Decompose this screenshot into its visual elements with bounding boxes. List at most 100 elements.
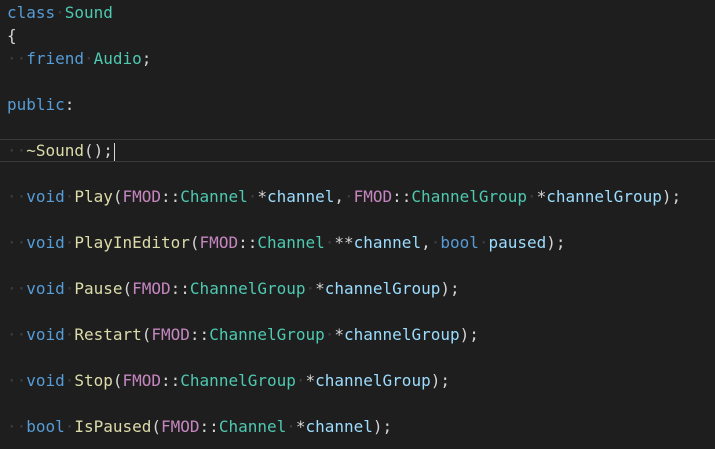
code-token-punct: );	[372, 417, 393, 436]
code-token-fn: Restart	[74, 325, 142, 344]
whitespace-marker	[7, 277, 17, 300]
code-token-ns: FMOD	[122, 187, 162, 206]
whitespace-marker	[65, 277, 75, 300]
code-token-op: ::	[189, 325, 210, 344]
code-line[interactable]: void Restart(FMOD::ChannelGroup *channelGr…	[0, 323, 715, 346]
whitespace-marker	[17, 47, 27, 70]
code-token-punct: );	[430, 371, 450, 390]
whitespace-marker	[7, 415, 17, 438]
code-token-kw: bool	[440, 233, 479, 252]
code-token-ns: FMOD	[132, 279, 171, 298]
code-token-kw: public	[7, 95, 65, 114]
code-line[interactable]: voidPlay(FMOD::Channel*channel,FMOD::Cha…	[0, 185, 715, 208]
whitespace-marker	[286, 415, 296, 438]
code-line[interactable]: void PlayInEditor(FMOD::Channel **channel,…	[0, 231, 715, 254]
whitespace-marker	[65, 231, 75, 254]
code-token-punct: :	[64, 95, 75, 114]
whitespace-marker	[84, 47, 94, 70]
whitespace-marker	[7, 47, 17, 70]
code-token-punct: ();	[83, 141, 113, 160]
code-token-ns: FMOD	[353, 187, 393, 206]
whitespace-marker	[17, 185, 27, 208]
code-token-op: ::	[170, 279, 190, 298]
whitespace-marker	[7, 140, 17, 161]
code-token-punct: (	[189, 233, 200, 252]
whitespace-marker	[17, 231, 27, 254]
code-token-kw: void	[26, 325, 65, 344]
code-editor[interactable]: classSound{friendAudio;public:~Sound();v…	[0, 0, 715, 449]
code-token-op: *	[257, 187, 267, 206]
code-token-fn: Pause	[74, 279, 123, 298]
code-token-param: channel	[305, 417, 373, 436]
code-token-punct: {	[7, 26, 17, 45]
code-token-kw: void	[26, 279, 65, 298]
whitespace-marker	[325, 323, 335, 346]
whitespace-marker	[248, 185, 258, 208]
code-token-fn: PlayInEditor	[74, 233, 190, 252]
code-token-type: Channel	[180, 187, 248, 206]
whitespace-marker	[17, 277, 27, 300]
code-token-param: channelGroup	[546, 187, 662, 206]
code-token-type: Audio	[93, 49, 142, 68]
code-token-punct: (	[122, 279, 133, 298]
code-token-op: ::	[199, 417, 219, 436]
code-token-punct: (	[151, 417, 162, 436]
whitespace-marker	[7, 231, 17, 254]
code-token-type: Channel	[257, 233, 325, 252]
code-token-op: ::	[161, 371, 181, 390]
code-token-op: *	[315, 279, 325, 298]
code-line[interactable]: friend Audio;	[0, 47, 715, 70]
code-token-punct: ,	[421, 233, 431, 252]
code-line[interactable]: public:	[0, 93, 715, 116]
code-token-fn: ~Sound	[26, 141, 84, 160]
code-token-kw: class	[7, 3, 56, 22]
code-token-type: ChannelGroup	[189, 279, 306, 298]
code-line[interactable]: class Sound	[0, 1, 715, 24]
code-token-punct: ;	[141, 49, 152, 68]
code-token-kw: void	[26, 187, 65, 206]
whitespace-marker	[65, 369, 75, 392]
code-token-type: Sound	[64, 3, 113, 22]
code-token-punct: ,	[334, 187, 345, 206]
code-token-param: channelGroup	[324, 279, 441, 298]
code-token-param: channelGroup	[344, 325, 460, 344]
code-token-op: ::	[161, 187, 181, 206]
code-token-punct: );	[440, 279, 460, 298]
code-token-param: channel	[353, 233, 422, 252]
whitespace-marker	[344, 185, 354, 208]
code-token-ns: FMOD	[122, 371, 162, 390]
code-token-param: paused	[488, 233, 547, 252]
code-token-type: ChannelGroup	[411, 187, 528, 206]
whitespace-marker	[325, 231, 335, 254]
code-token-kw: bool	[26, 417, 65, 436]
code-line[interactable]: {	[0, 24, 715, 47]
code-token-punct: (	[141, 325, 152, 344]
code-line-current[interactable]: ~Sound();	[0, 139, 715, 162]
code-token-param: channel	[266, 187, 335, 206]
whitespace-marker	[65, 185, 75, 208]
code-token-op: *	[305, 371, 316, 390]
whitespace-marker	[306, 277, 316, 300]
whitespace-marker	[65, 415, 75, 438]
code-line[interactable]: void Pause(FMOD::ChannelGroup *channelGrou…	[0, 277, 715, 300]
code-line[interactable]: voidStop(FMOD::ChannelGroup*channelGroup…	[0, 369, 715, 392]
whitespace-marker	[17, 323, 27, 346]
code-token-fn: IsPaused	[74, 417, 152, 436]
code-token-ns: FMOD	[161, 417, 200, 436]
whitespace-marker	[65, 323, 75, 346]
code-line[interactable]: boolIsPaused(FMOD::Channel*channel);	[0, 415, 715, 438]
whitespace-marker	[479, 231, 489, 254]
code-token-type: Channel	[218, 417, 287, 436]
code-token-punct: );	[661, 187, 682, 206]
code-token-ns: FMOD	[199, 233, 239, 252]
whitespace-marker	[17, 369, 27, 392]
code-token-fn: Play	[74, 187, 113, 206]
text-cursor	[113, 142, 115, 161]
code-token-op: **	[334, 233, 354, 252]
whitespace-marker	[527, 185, 537, 208]
whitespace-marker	[17, 140, 27, 161]
code-token-op: *	[334, 325, 345, 344]
code-token-op: ::	[392, 187, 412, 206]
code-token-punct: );	[459, 325, 479, 344]
code-token-type: ChannelGroup	[180, 371, 296, 390]
